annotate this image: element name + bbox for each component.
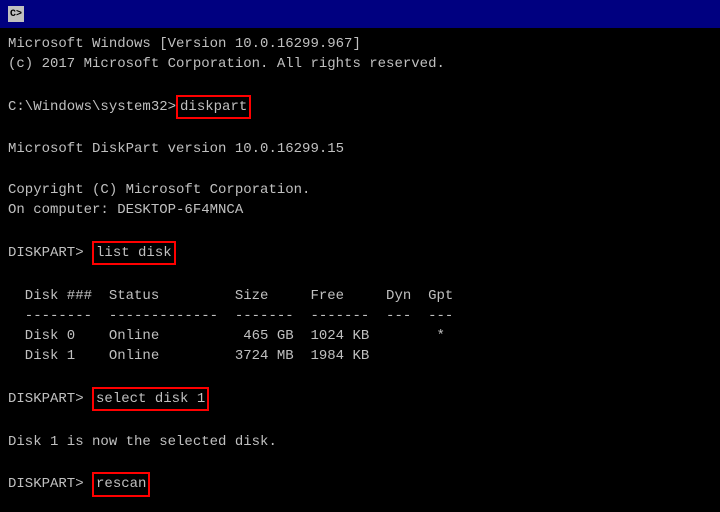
empty-line <box>8 265 712 285</box>
command-text: select disk 1 <box>92 387 209 411</box>
empty-line <box>8 75 712 95</box>
prompt-line: DISKPART> select disk 1 <box>8 387 712 411</box>
prompt-line: C:\Windows\system32>diskpart <box>8 95 712 119</box>
minimize-button[interactable] <box>630 4 656 24</box>
command-text: list disk <box>92 241 176 265</box>
empty-line <box>8 452 712 472</box>
command-text: diskpart <box>176 95 251 119</box>
empty-line <box>8 367 712 387</box>
command-text: rescan <box>92 472 150 496</box>
empty-line <box>8 119 712 139</box>
prompt-line: DISKPART> list disk <box>8 241 712 265</box>
prompt-text: DISKPART> <box>8 389 92 409</box>
console-line: On computer: DESKTOP-6F4MNCA <box>8 200 712 220</box>
console-line: (c) 2017 Microsoft Corporation. All righ… <box>8 54 712 74</box>
console-output[interactable]: Microsoft Windows [Version 10.0.16299.96… <box>0 28 720 512</box>
console-line: Microsoft DiskPart version 10.0.16299.15 <box>8 139 712 159</box>
window-icon: C> <box>8 6 24 22</box>
window-controls <box>630 4 712 24</box>
console-line: Disk ### Status Size Free Dyn Gpt <box>8 286 712 306</box>
maximize-button[interactable] <box>658 4 684 24</box>
prompt-text: C:\Windows\system32> <box>8 97 176 117</box>
command-prompt-window: C> Microsoft Windows [Version 10.0.16299… <box>0 0 720 512</box>
console-line: Microsoft Windows [Version 10.0.16299.96… <box>8 34 712 54</box>
prompt-line: DISKPART> rescan <box>8 472 712 496</box>
titlebar: C> <box>0 0 720 28</box>
empty-line <box>8 497 712 512</box>
empty-line <box>8 221 712 241</box>
prompt-text: DISKPART> <box>8 474 92 494</box>
empty-line <box>8 160 712 180</box>
prompt-text: DISKPART> <box>8 243 92 263</box>
console-line: Copyright (C) Microsoft Corporation. <box>8 180 712 200</box>
console-line: Disk 0 Online 465 GB 1024 KB * <box>8 326 712 346</box>
console-line: Disk 1 is now the selected disk. <box>8 432 712 452</box>
console-line: -------- ------------- ------- ------- -… <box>8 306 712 326</box>
empty-line <box>8 411 712 431</box>
console-line: Disk 1 Online 3724 MB 1984 KB <box>8 346 712 366</box>
close-button[interactable] <box>686 4 712 24</box>
titlebar-left: C> <box>8 6 30 22</box>
